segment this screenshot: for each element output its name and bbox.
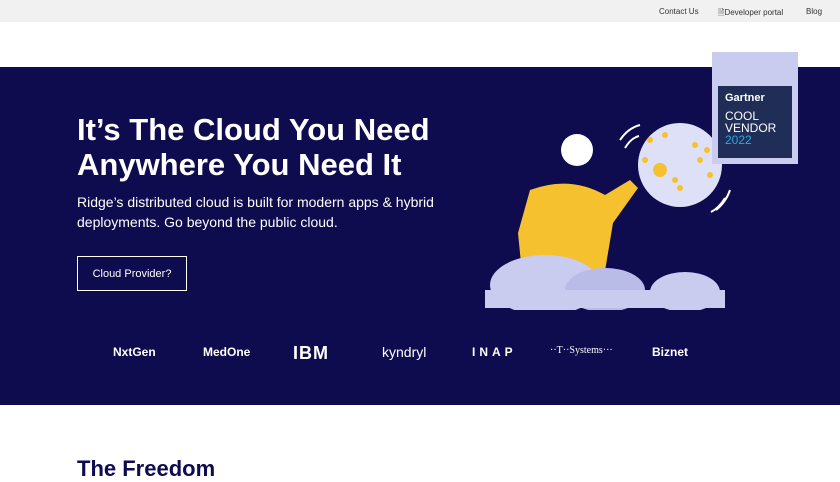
- partner-logo-nxtgen: NxtGen: [113, 345, 156, 359]
- developer-portal-label: Developer portal: [724, 8, 784, 17]
- partner-logo-biznet: Biznet: [652, 345, 688, 359]
- section-title: The Freedom: [77, 456, 216, 481]
- partner-logo-inap: INAP: [472, 345, 517, 359]
- top-bar: Contact Us 🗎Developer portal Blog: [0, 0, 840, 22]
- cloud-provider-button[interactable]: Cloud Provider?: [77, 256, 187, 291]
- hero-title: It’s The Cloud You Need Anywhere You Nee…: [77, 112, 430, 182]
- partner-logo-medone: MedOne: [203, 345, 251, 359]
- partner-logo-kyndryl: kyndryl: [382, 344, 427, 360]
- badge-year: 2022: [725, 133, 752, 147]
- hero-illustration: [485, 123, 731, 310]
- blog-link[interactable]: Blog: [806, 7, 822, 16]
- developer-portal-link[interactable]: 🗎Developer portal: [718, 7, 783, 21]
- partner-logo-ibm: IBM: [293, 343, 329, 363]
- badge-brand: Gartner: [725, 92, 765, 104]
- contact-us-link[interactable]: Contact Us: [659, 7, 699, 16]
- hero-subtitle: Ridge’s distributed cloud is built for m…: [77, 194, 434, 230]
- partner-logo-tsystems: ··T··Systems···: [550, 345, 613, 356]
- gartner-badge: Gartner COOL VENDOR 2022: [712, 52, 798, 164]
